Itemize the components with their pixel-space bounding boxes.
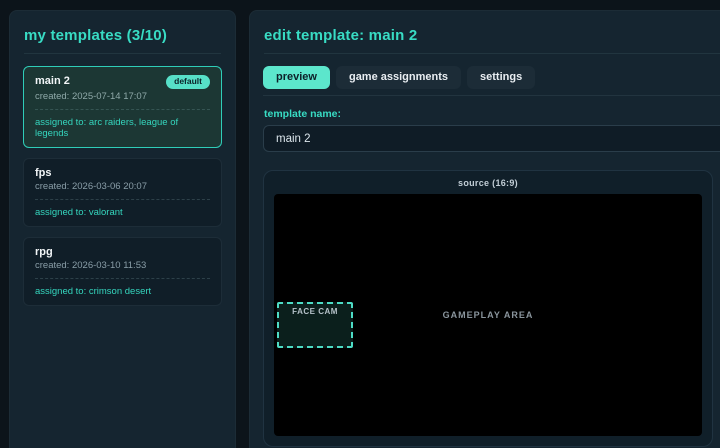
edit-template-panel: edit template: main 2 preview game assig… bbox=[249, 10, 720, 448]
template-card-assigned: assigned to: valorant bbox=[35, 206, 123, 218]
templates-panel-divider bbox=[24, 53, 221, 54]
template-name-input[interactable] bbox=[263, 125, 720, 152]
default-badge: default bbox=[166, 75, 210, 89]
card-dashed-divider bbox=[35, 108, 210, 110]
tab-settings[interactable]: settings bbox=[467, 66, 536, 89]
editor-tab-bar: preview game assignments settings bbox=[263, 66, 720, 96]
card-dashed-divider bbox=[35, 277, 210, 279]
source-preview-box: source (16:9) GAMEPLAY AREA FACE CAM bbox=[263, 170, 713, 447]
tab-preview[interactable]: preview bbox=[263, 66, 330, 89]
source-canvas: GAMEPLAY AREA FACE CAM bbox=[274, 194, 702, 436]
template-card-assigned: assigned to: arc raiders, league of lege… bbox=[35, 116, 179, 139]
template-card-assigned: assigned to: crimson desert bbox=[35, 285, 152, 297]
template-card-rpg[interactable]: rpg created: 2026-03-10 11:53 assigned t… bbox=[23, 236, 222, 306]
template-card-fps[interactable]: fps created: 2026-03-06 20:07 assigned t… bbox=[23, 157, 222, 227]
card-dashed-divider bbox=[35, 198, 210, 200]
source-aspect-label: source (16:9) bbox=[458, 178, 518, 188]
templates-panel: my templates (3/10) main 2 default creat… bbox=[9, 10, 236, 448]
gameplay-area-label: GAMEPLAY AREA bbox=[442, 310, 534, 320]
template-card-main-2[interactable]: main 2 default created: 2025-07-14 17:07… bbox=[23, 66, 222, 148]
template-card-created: created: 2026-03-06 20:07 bbox=[35, 180, 147, 192]
template-card-created: created: 2025-07-14 17:07 bbox=[35, 90, 147, 102]
edit-template-title: edit template: main 2 bbox=[264, 27, 418, 44]
facecam-region[interactable]: FACE CAM bbox=[276, 301, 354, 348]
facecam-label: FACE CAM bbox=[292, 306, 338, 316]
template-card-created: created: 2026-03-10 11:53 bbox=[35, 259, 147, 271]
template-card-name: rpg bbox=[35, 245, 53, 258]
edit-template-divider bbox=[264, 53, 720, 54]
template-card-name: fps bbox=[35, 166, 52, 179]
template-card-name: main 2 bbox=[35, 75, 70, 87]
tab-game-assignments[interactable]: game assignments bbox=[335, 66, 462, 89]
template-name-label: template name: bbox=[264, 108, 342, 120]
templates-panel-title: my templates (3/10) bbox=[24, 27, 168, 44]
